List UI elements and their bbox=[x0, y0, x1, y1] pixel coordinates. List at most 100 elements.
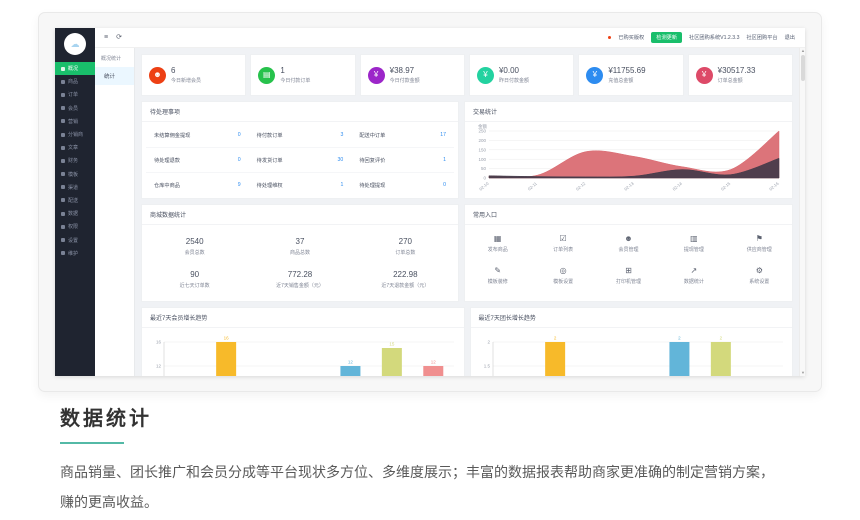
logout-button[interactable]: 退出 bbox=[785, 34, 795, 41]
todo-value[interactable]: 1 bbox=[443, 157, 446, 163]
scrollbar[interactable]: ▲ ▼ bbox=[799, 48, 805, 376]
menu-icon bbox=[61, 119, 65, 123]
paid-orders-icon: ▤ bbox=[258, 67, 275, 84]
todo-label: 待处理维权 bbox=[257, 182, 283, 189]
mall-stat-label: 商品总数 bbox=[247, 249, 352, 256]
stat-text: ¥30517.33订单总金额 bbox=[718, 66, 756, 84]
sidebar-item-2[interactable]: 订单 bbox=[55, 88, 95, 101]
todo-item: 配送中订单17 bbox=[351, 123, 454, 148]
svg-text:100: 100 bbox=[478, 157, 486, 162]
sidebar-item-11[interactable]: 数据 bbox=[55, 207, 95, 220]
leader-growth-title: 最近7天团长增长趋势 bbox=[471, 308, 793, 328]
scrollbar-thumb[interactable] bbox=[801, 55, 805, 81]
mall-stat-label: 会员总数 bbox=[142, 249, 247, 256]
refresh-icon[interactable]: ⟳ bbox=[116, 34, 122, 41]
sidebar-item-6[interactable]: 文章 bbox=[55, 141, 95, 154]
menu-icon bbox=[61, 80, 65, 84]
stat-label: 充值总金额 bbox=[608, 77, 645, 84]
svg-text:12: 12 bbox=[431, 360, 437, 365]
logo-avatar[interactable]: ☁ bbox=[64, 33, 86, 55]
recharge-total-icon: ¥ bbox=[586, 67, 603, 84]
sidebar-item-1[interactable]: 商品 bbox=[55, 75, 95, 88]
stat-text: ¥0.00昨日付款金额 bbox=[499, 66, 529, 84]
sidebar-item-label: 数据 bbox=[68, 210, 78, 217]
member-growth-title: 最近7天会员增长趋势 bbox=[142, 308, 464, 328]
sidebar-item-9[interactable]: 渠道 bbox=[55, 181, 95, 194]
sidebar-item-3[interactable]: 会员 bbox=[55, 102, 95, 115]
stat-text: ¥11755.69充值总金额 bbox=[608, 66, 645, 84]
todo-label: 未结算佣金提现 bbox=[154, 132, 190, 139]
menu-icon bbox=[61, 93, 65, 97]
todo-value[interactable]: 0 bbox=[443, 182, 446, 188]
svg-text:02-12: 02-12 bbox=[575, 181, 587, 192]
sidebar-item-13[interactable]: 设置 bbox=[55, 233, 95, 246]
entry-template-design[interactable]: ✎ 模板装修 bbox=[465, 260, 530, 292]
entry-label: 打印机管理 bbox=[596, 278, 661, 285]
order-list-icon: ☑ bbox=[530, 235, 595, 243]
entry-label: 模板装修 bbox=[465, 278, 530, 285]
template-design-icon: ✎ bbox=[465, 267, 530, 275]
svg-text:2: 2 bbox=[487, 340, 490, 345]
menu-icon bbox=[61, 133, 65, 137]
check-update-button[interactable]: 检测更新 bbox=[651, 32, 682, 43]
mall-stat: 222.98近7天退款金额（元） bbox=[353, 263, 458, 296]
todo-value[interactable]: 0 bbox=[238, 157, 241, 163]
entry-printer-manage[interactable]: ⊞打印机管理 bbox=[596, 260, 661, 292]
sidebar-item-10[interactable]: 配送 bbox=[55, 194, 95, 207]
todo-value[interactable]: 30 bbox=[338, 157, 344, 163]
todo-item: 未结算佣金提现 0 bbox=[146, 123, 249, 148]
quick-entries-title: 常用入口 bbox=[465, 205, 792, 225]
caption-line-1: 商品销量、团长推广和会员分成等平台现状多方位、多维度展示；丰富的数据报表帮助商家… bbox=[60, 464, 774, 480]
sidebar-item-label: 权限 bbox=[68, 223, 78, 230]
entry-data-stats[interactable]: ↗数据统计 bbox=[661, 260, 726, 292]
scroll-up-icon[interactable]: ▲ bbox=[800, 48, 805, 54]
platform-link[interactable]: 社区团购平台 bbox=[746, 34, 777, 41]
collapse-menu-icon[interactable]: ≡ bbox=[104, 34, 108, 41]
todo-value[interactable]: 9 bbox=[238, 182, 241, 188]
sidebar-item-5[interactable]: 分销商 bbox=[55, 128, 95, 141]
sidebar-item-label: 维护 bbox=[68, 250, 78, 257]
todo-panel-title: 待处理事项 bbox=[142, 102, 458, 122]
stat-value: ¥30517.33 bbox=[718, 66, 756, 75]
menu-icon bbox=[61, 238, 65, 242]
entry-label: 订单列表 bbox=[530, 246, 595, 253]
sidebar-item-label: 概况 bbox=[68, 65, 78, 72]
sidebar-menu: 概况商品订单会员营销分销商文章财务模板渠道配送数据权限设置维护 bbox=[55, 62, 95, 260]
sidebar-item-4[interactable]: 营销 bbox=[55, 115, 95, 128]
entry-order-list[interactable]: ☑ 订单列表 bbox=[530, 228, 595, 260]
row-mall-entries: 商城数据统计 2540会员总数37商品总数270订单总数90近七天订单数772.… bbox=[141, 204, 793, 302]
todo-value[interactable]: 1 bbox=[340, 182, 343, 188]
todo-value[interactable]: 17 bbox=[440, 132, 446, 138]
sidebar-item-7[interactable]: 财务 bbox=[55, 154, 95, 167]
sidebar-item-0[interactable]: 概况 bbox=[55, 62, 95, 75]
topbar: ≡ ⟳ 已购买版权 检测更新 社区团购系统V1.2.3.3 社区团购平台 退出 bbox=[95, 28, 805, 48]
mall-stat-value: 90 bbox=[142, 270, 247, 279]
stat-card-yesterday-amount: ¥¥0.00昨日付款金额 bbox=[469, 54, 574, 96]
sidebar-item-8[interactable]: 模板 bbox=[55, 168, 95, 181]
version-text: 社区团购系统V1.2.3.3 bbox=[689, 34, 739, 41]
entry-label: 会员管理 bbox=[596, 246, 661, 253]
sidebar-item-12[interactable]: 权限 bbox=[55, 220, 95, 233]
entry-supplier-manage[interactable]: ⚑供应商管理 bbox=[727, 228, 792, 260]
subnav-item-stats[interactable]: 统计 bbox=[95, 67, 134, 85]
mall-stat-value: 2540 bbox=[142, 237, 247, 246]
entry-member-manage[interactable]: ☻会员管理 bbox=[596, 228, 661, 260]
todo-value[interactable]: 3 bbox=[340, 132, 343, 138]
todo-item: 待付款订单3 bbox=[249, 123, 352, 148]
entry-system-setting[interactable]: ⚙系统设置 bbox=[727, 260, 792, 292]
entry-withdraw-manage[interactable]: ▥提现管理 bbox=[661, 228, 726, 260]
todo-value[interactable]: 0 bbox=[238, 132, 241, 138]
scroll-down-icon[interactable]: ▼ bbox=[800, 370, 805, 376]
svg-text:2: 2 bbox=[553, 336, 556, 341]
entry-publish-goods[interactable]: ▦发布商品 bbox=[465, 228, 530, 260]
sidebar-item-14[interactable]: 维护 bbox=[55, 247, 95, 260]
trade-chart: 250200150100500金额02-1002-1102-1202-1302-… bbox=[465, 122, 791, 194]
license-text: 已购买版权 bbox=[618, 34, 644, 41]
svg-text:02-10: 02-10 bbox=[478, 181, 490, 192]
entry-template-setting[interactable]: ◎模板设置 bbox=[530, 260, 595, 292]
entry-label: 提现管理 bbox=[661, 246, 726, 253]
svg-text:150: 150 bbox=[478, 147, 486, 152]
menu-icon bbox=[61, 198, 65, 202]
svg-text:15: 15 bbox=[389, 342, 395, 347]
todo-item: 待处理退款0 bbox=[146, 148, 249, 173]
